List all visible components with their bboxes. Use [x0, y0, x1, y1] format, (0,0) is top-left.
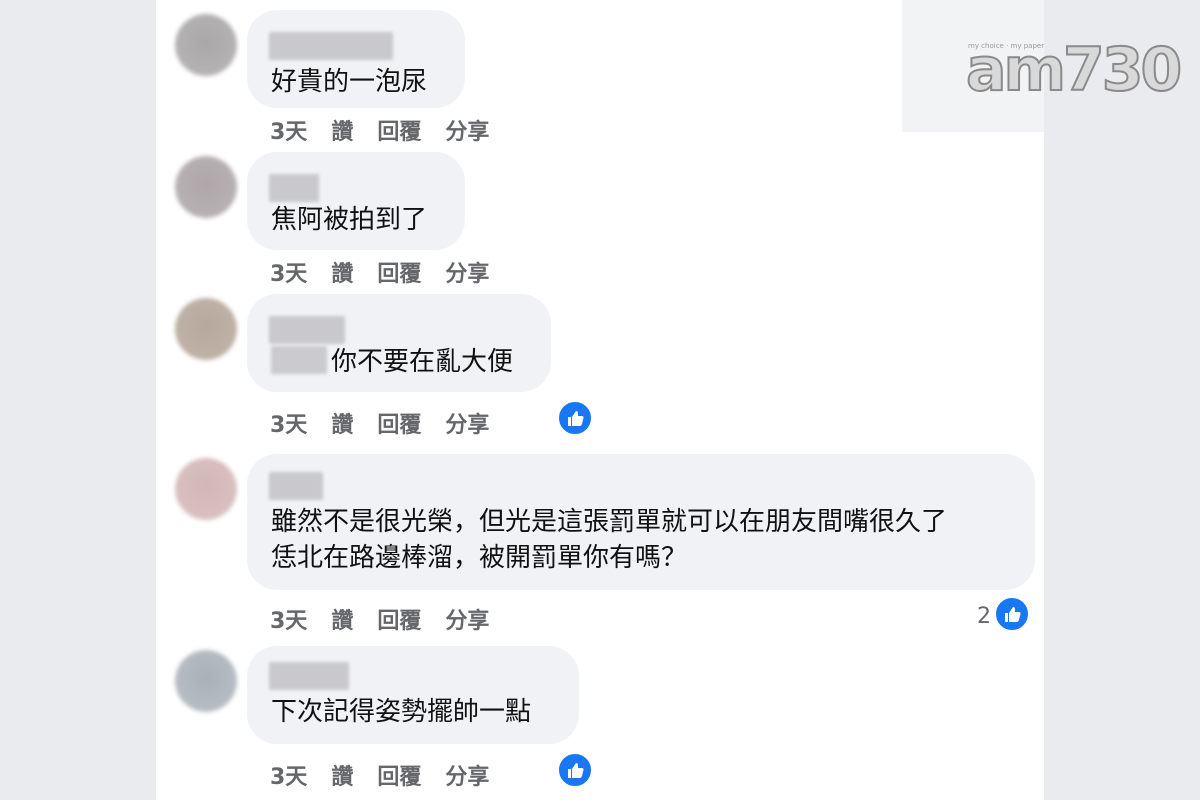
commenter-name-redacted[interactable] — [269, 316, 345, 344]
comment-text: 焦阿被拍到了 — [271, 205, 428, 235]
comment-timestamp[interactable]: 3天 — [270, 256, 307, 288]
commenter-name-redacted[interactable] — [269, 472, 323, 500]
avatar[interactable] — [175, 14, 237, 76]
comment-actions: 3天 讚 回覆 分享 — [270, 256, 513, 288]
comment-timestamp[interactable]: 3天 — [270, 114, 307, 146]
commenter-name-redacted[interactable] — [269, 662, 349, 690]
comment-timestamp[interactable]: 3天 — [270, 603, 307, 635]
reply-link[interactable]: 回覆 — [377, 603, 421, 635]
like-thumb-icon[interactable] — [994, 596, 1030, 632]
comment-text-line2: 恁北在路邊棒溜，被開罰單你有嗎？ — [271, 543, 688, 573]
avatar[interactable] — [175, 458, 237, 520]
comment-actions: 3天 讚 回覆 分享 — [270, 114, 513, 146]
comment-actions: 3天 讚 回覆 分享 — [270, 759, 513, 791]
like-thumb-icon[interactable] — [557, 400, 593, 436]
like-link[interactable]: 讚 — [331, 256, 353, 288]
comment-bubble: 焦阿被拍到了 — [247, 152, 465, 250]
am730-logo: my choice · my paper am730 — [965, 36, 1183, 110]
comment-actions: 3天 讚 回覆 分享 — [270, 603, 513, 635]
like-thumb-icon[interactable] — [557, 752, 593, 788]
like-link[interactable]: 讚 — [331, 114, 353, 146]
share-link[interactable]: 分享 — [445, 603, 489, 635]
like-link[interactable]: 讚 — [331, 603, 353, 635]
comment-bubble: 下次記得姿勢擺帥一點 — [247, 646, 579, 744]
comment-body: 你不要在亂大便 — [331, 347, 514, 377]
mentioned-name-redacted[interactable] — [271, 346, 327, 374]
reaction-count[interactable]: 2 — [977, 604, 991, 629]
comment-bubble: 雖然不是很光榮，但光是這張罰單就可以在朋友間嘴很久了 恁北在路邊棒溜，被開罰單你… — [247, 454, 1035, 590]
comment-bubble: 你不要在亂大便 — [247, 294, 551, 392]
comment-text-line1: 雖然不是很光榮，但光是這張罰單就可以在朋友間嘴很久了 — [271, 507, 948, 537]
commenter-name-redacted[interactable] — [269, 174, 319, 202]
reply-link[interactable]: 回覆 — [377, 759, 421, 791]
share-link[interactable]: 分享 — [445, 407, 489, 439]
comment-bubble: 好貴的一泡尿 — [247, 10, 465, 108]
reply-link[interactable]: 回覆 — [377, 407, 421, 439]
reply-link[interactable]: 回覆 — [377, 114, 421, 146]
commenter-name-redacted[interactable] — [269, 32, 393, 60]
like-link[interactable]: 讚 — [331, 759, 353, 791]
share-link[interactable]: 分享 — [445, 114, 489, 146]
comment-text: 好貴的一泡尿 — [271, 67, 428, 97]
comment-timestamp[interactable]: 3天 — [270, 759, 307, 791]
avatar[interactable] — [175, 650, 237, 712]
logo-brand: am730 — [965, 35, 1183, 105]
share-link[interactable]: 分享 — [445, 256, 489, 288]
share-link[interactable]: 分享 — [445, 759, 489, 791]
comment-timestamp[interactable]: 3天 — [270, 407, 307, 439]
avatar[interactable] — [175, 156, 237, 218]
comment-text: 你不要在亂大便 — [271, 342, 513, 382]
avatar[interactable] — [175, 298, 237, 360]
comment-text: 下次記得姿勢擺帥一點 — [271, 697, 532, 727]
like-link[interactable]: 讚 — [331, 407, 353, 439]
comment-actions: 3天 讚 回覆 分享 — [270, 407, 513, 439]
reply-link[interactable]: 回覆 — [377, 256, 421, 288]
